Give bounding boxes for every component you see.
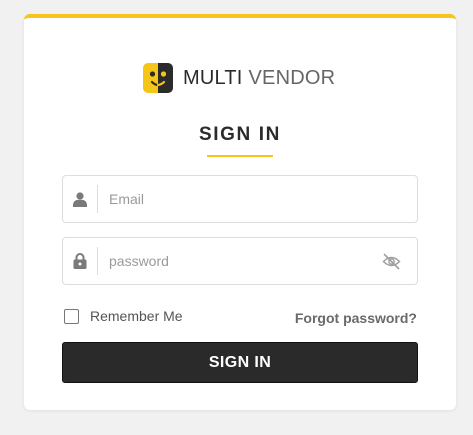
lock-icon: [63, 247, 98, 275]
remember-me-checkbox[interactable]: Remember Me: [64, 308, 183, 324]
checkbox-box[interactable]: [64, 308, 79, 324]
brand-logo: MULTI VENDOR: [142, 62, 335, 94]
email-field[interactable]: [62, 175, 418, 223]
brand-word-1: MULTI: [183, 66, 243, 89]
email-input[interactable]: [98, 176, 417, 222]
login-card: MULTI VENDOR SIGN IN Email Remember Me F…: [24, 14, 456, 410]
page-title: SIGN IN: [199, 124, 281, 145]
brand-name: MULTI VENDOR: [183, 67, 335, 90]
smiley-face-icon: [142, 62, 174, 94]
user-icon: [63, 185, 98, 213]
title-underline: [207, 155, 273, 157]
sign-in-button[interactable]: SIGN IN: [62, 342, 418, 383]
brand-word-2: VENDOR: [248, 66, 336, 89]
forgot-password-link[interactable]: Forgot password?: [295, 310, 417, 326]
eye-slash-icon[interactable]: [371, 238, 411, 284]
password-input[interactable]: [98, 238, 371, 284]
password-field[interactable]: [62, 237, 418, 285]
remember-me-label: Remember Me: [90, 308, 183, 324]
